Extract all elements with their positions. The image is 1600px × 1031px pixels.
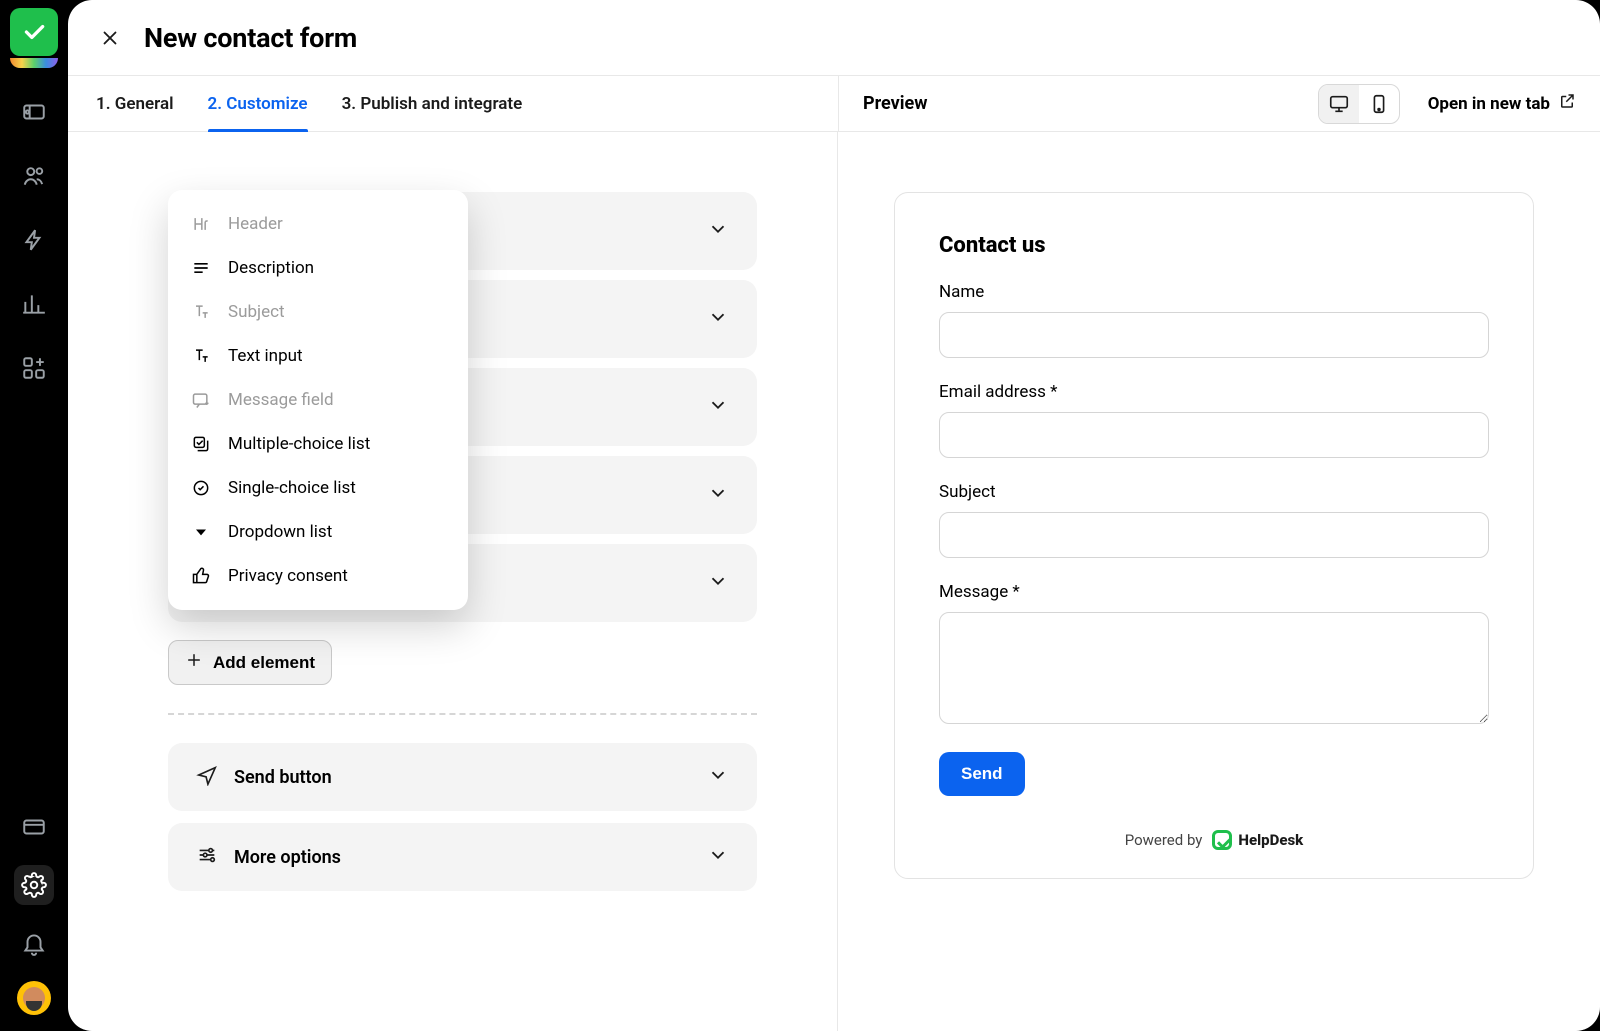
nav-reports[interactable] bbox=[14, 284, 54, 324]
tab-customize[interactable]: 2. Customize bbox=[208, 76, 308, 131]
helpdesk-brand-label: HelpDesk bbox=[1238, 831, 1303, 849]
contact-form-preview: Contact us Name Email address * Subject … bbox=[894, 192, 1534, 879]
nav-notifications[interactable] bbox=[14, 923, 54, 963]
nav-settings[interactable] bbox=[14, 865, 54, 905]
logo-accent bbox=[10, 58, 58, 68]
name-label: Name bbox=[939, 282, 1489, 302]
editor-panel: Add element Send button More options bbox=[68, 132, 838, 1031]
add-element-label: Add element bbox=[213, 653, 315, 673]
radio-icon bbox=[190, 478, 212, 498]
powered-by: Powered by HelpDesk bbox=[939, 830, 1489, 850]
more-options-card[interactable]: More options bbox=[168, 823, 757, 891]
message-input[interactable] bbox=[939, 612, 1489, 724]
checkbox-stack-icon bbox=[190, 434, 212, 454]
menu-item-dropdown[interactable]: Dropdown list bbox=[168, 510, 468, 554]
chevron-down-icon bbox=[707, 570, 729, 596]
chevron-down-icon bbox=[707, 482, 729, 508]
send-button-card[interactable]: Send button bbox=[168, 743, 757, 811]
menu-item-description[interactable]: Description bbox=[168, 246, 468, 290]
lines-icon bbox=[190, 258, 212, 278]
nav-automation[interactable] bbox=[14, 220, 54, 260]
chevron-down-icon bbox=[707, 218, 729, 244]
send-button-card-label: Send button bbox=[234, 767, 332, 788]
helpdesk-logo-icon bbox=[1212, 830, 1232, 850]
add-element-button[interactable]: Add element bbox=[168, 640, 332, 685]
menu-item-label: Dropdown list bbox=[228, 522, 332, 542]
menu-item-textinput[interactable]: Text input bbox=[168, 334, 468, 378]
tab-publish[interactable]: 3. Publish and integrate bbox=[342, 76, 523, 131]
tab-general[interactable]: 1. General bbox=[96, 76, 174, 131]
menu-item-header: Header bbox=[168, 202, 468, 246]
open-in-new-tab[interactable]: Open in new tab bbox=[1428, 92, 1576, 115]
preview-panel: Contact us Name Email address * Subject … bbox=[838, 132, 1600, 1031]
titlebar: New contact form bbox=[68, 0, 1600, 76]
menu-item-label: Description bbox=[228, 258, 314, 278]
send-button-label: Send bbox=[961, 764, 1003, 783]
rail-bottom bbox=[14, 807, 54, 1031]
text-input-icon bbox=[190, 346, 212, 366]
email-label: Email address * bbox=[939, 382, 1489, 402]
device-desktop-button[interactable] bbox=[1319, 85, 1359, 123]
external-link-icon bbox=[1558, 92, 1576, 115]
menu-item-label: Multiple-choice list bbox=[228, 434, 370, 454]
app-rail bbox=[0, 0, 68, 1031]
tabbar: 1. General 2. Customize 3. Publish and i… bbox=[68, 76, 1600, 132]
heading-icon bbox=[190, 214, 212, 234]
add-element-menu: Header Description Subject Text input Me… bbox=[168, 190, 468, 610]
text-icon bbox=[190, 302, 212, 322]
menu-item-multichoice[interactable]: Multiple-choice list bbox=[168, 422, 468, 466]
menu-item-singlechoice[interactable]: Single-choice list bbox=[168, 466, 468, 510]
menu-item-messagefield: Message field bbox=[168, 378, 468, 422]
helpdesk-badge[interactable]: HelpDesk bbox=[1212, 830, 1303, 850]
rail-nav bbox=[14, 92, 54, 388]
close-icon[interactable] bbox=[96, 24, 124, 52]
user-avatar[interactable] bbox=[17, 981, 51, 1015]
device-toggle bbox=[1318, 84, 1400, 124]
menu-item-label: Text input bbox=[228, 346, 303, 366]
open-in-new-tab-label: Open in new tab bbox=[1428, 94, 1550, 114]
menu-item-privacy[interactable]: Privacy consent bbox=[168, 554, 468, 598]
main-window: New contact form 1. General 2. Customize… bbox=[68, 0, 1600, 1031]
send-icon bbox=[196, 764, 218, 791]
subject-label: Subject bbox=[939, 482, 1489, 502]
dropdown-icon bbox=[190, 522, 212, 542]
send-button[interactable]: Send bbox=[939, 752, 1025, 796]
message-icon bbox=[190, 390, 212, 410]
name-input[interactable] bbox=[939, 312, 1489, 358]
nav-apps[interactable] bbox=[14, 348, 54, 388]
chevron-down-icon bbox=[707, 306, 729, 332]
nav-billing[interactable] bbox=[14, 807, 54, 847]
nav-people[interactable] bbox=[14, 156, 54, 196]
chevron-down-icon bbox=[707, 764, 729, 790]
page-title: New contact form bbox=[144, 22, 357, 54]
preview-label: Preview bbox=[863, 93, 927, 114]
menu-item-label: Privacy consent bbox=[228, 566, 348, 586]
nav-tickets[interactable] bbox=[14, 92, 54, 132]
email-input[interactable] bbox=[939, 412, 1489, 458]
subject-input[interactable] bbox=[939, 512, 1489, 558]
plus-icon bbox=[185, 651, 203, 674]
chevron-down-icon bbox=[707, 394, 729, 420]
powered-by-label: Powered by bbox=[1125, 831, 1203, 849]
thumbs-up-icon bbox=[190, 566, 212, 586]
menu-item-label: Subject bbox=[228, 302, 285, 322]
chevron-down-icon bbox=[707, 844, 729, 870]
more-options-card-label: More options bbox=[234, 847, 341, 868]
form-title: Contact us bbox=[939, 233, 1489, 258]
section-divider bbox=[168, 713, 757, 715]
sliders-icon bbox=[196, 844, 218, 871]
menu-item-label: Single-choice list bbox=[228, 478, 356, 498]
message-label: Message * bbox=[939, 582, 1489, 602]
menu-item-subject: Subject bbox=[168, 290, 468, 334]
app-logo[interactable] bbox=[10, 8, 58, 56]
menu-item-label: Message field bbox=[228, 390, 334, 410]
device-mobile-button[interactable] bbox=[1359, 85, 1399, 123]
menu-item-label: Header bbox=[228, 214, 283, 234]
